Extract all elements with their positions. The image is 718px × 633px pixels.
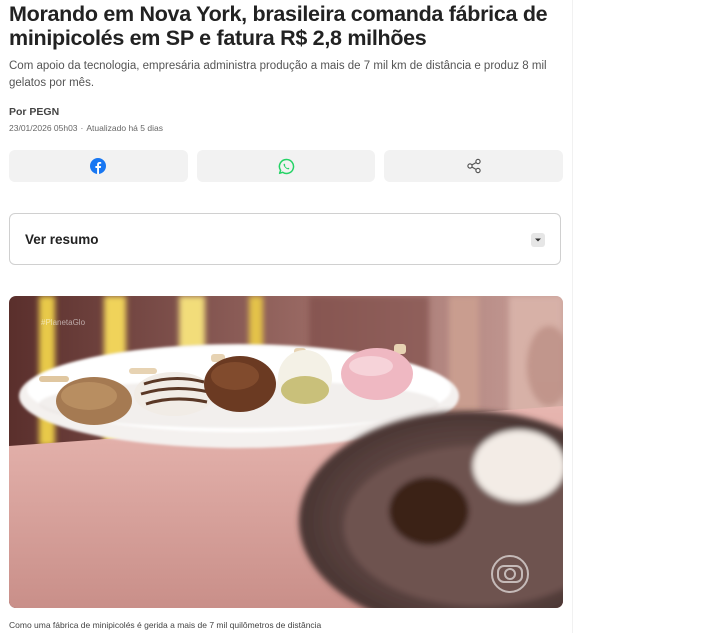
summary-label: Ver resumo <box>25 232 99 247</box>
whatsapp-icon <box>278 158 294 174</box>
updated-label: Atualizado há 5 dias <box>86 123 163 133</box>
article-image[interactable]: #PlanetaGlo <box>9 296 563 608</box>
article-dateline: 23/01/2026 05h03 · Atualizado há 5 dias <box>9 123 163 133</box>
article-headline: Morando em Nova York, brasileira comanda… <box>9 2 548 50</box>
facebook-icon <box>90 158 107 174</box>
share-icon <box>466 158 481 174</box>
date-separator: · <box>80 123 84 133</box>
share-button[interactable] <box>384 150 564 182</box>
minipicoles-photo: #PlanetaGlo <box>9 296 563 608</box>
photo-watermark: #PlanetaGlo <box>41 318 86 327</box>
article-subtitle: Com apoio da tecnologia, empresária admi… <box>9 60 547 89</box>
whatsapp-share-button[interactable] <box>196 150 376 182</box>
published-date: 23/01/2026 05h03 <box>9 123 78 133</box>
chevron-down-icon <box>531 233 545 247</box>
article: Morando em Nova York, brasileira comanda… <box>0 0 572 633</box>
summary-accordion[interactable]: Ver resumo <box>9 213 561 265</box>
right-gutter <box>572 0 718 633</box>
share-bar <box>9 150 564 182</box>
facebook-share-button[interactable] <box>9 150 188 182</box>
article-byline: Por PEGN <box>9 106 60 118</box>
image-caption: Como uma fábrica de minipicolés é gerida… <box>9 620 322 630</box>
